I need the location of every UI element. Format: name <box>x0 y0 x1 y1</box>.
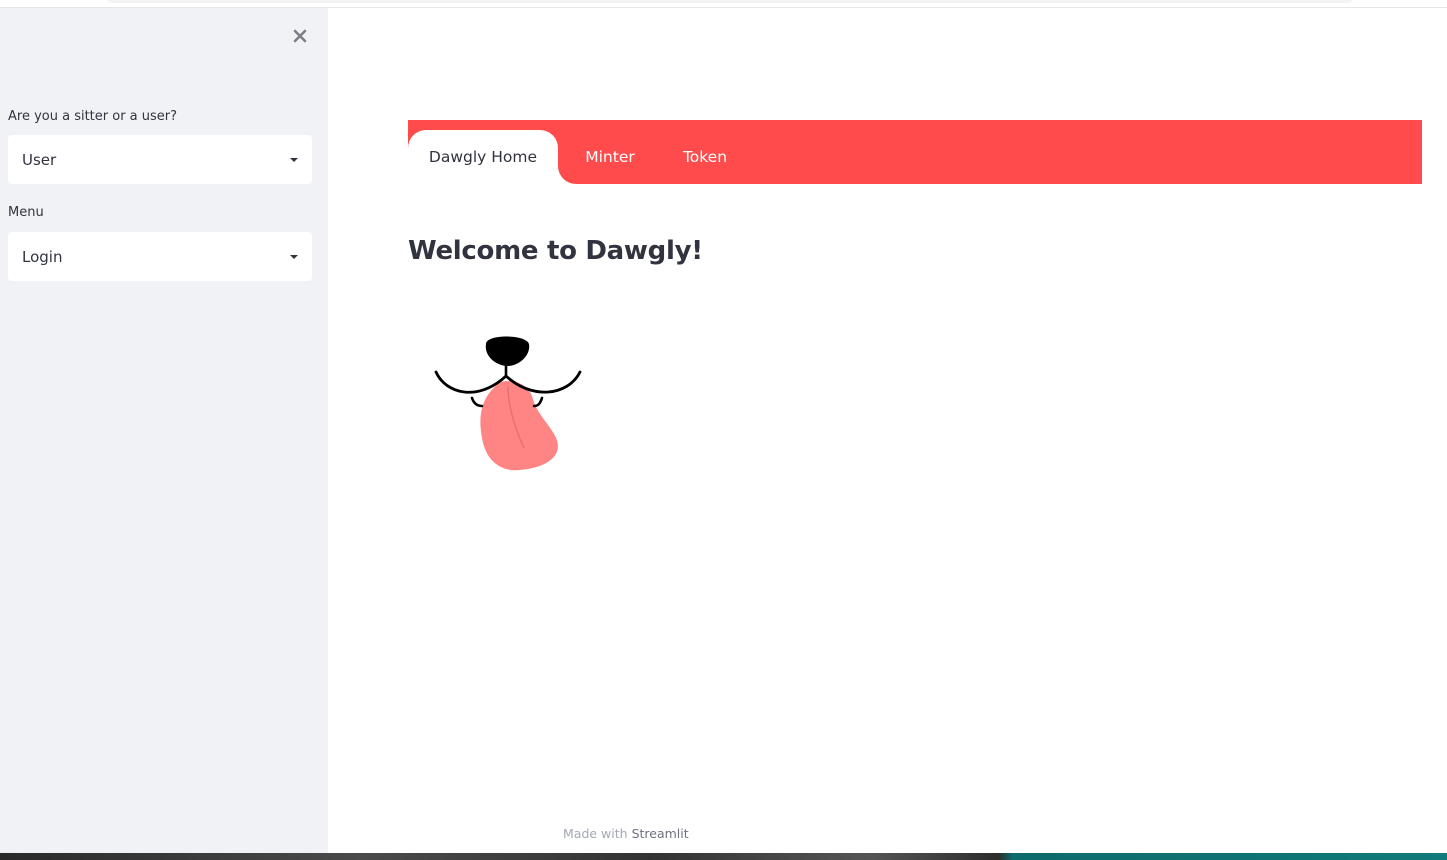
streamlit-link[interactable]: Streamlit <box>632 826 689 841</box>
menu-select-label: Menu <box>8 205 44 220</box>
chevron-down-icon <box>290 157 298 162</box>
chevron-down-icon <box>290 254 298 259</box>
role-select[interactable]: User <box>8 135 312 184</box>
main-content: Dawgly Home Minter Token Welcome to Dawg… <box>328 8 1447 853</box>
role-select-value: User <box>22 150 57 169</box>
role-select-label: Are you a sitter or a user? <box>8 109 178 124</box>
page-title: Welcome to Dawgly! <box>408 236 703 266</box>
close-sidebar-button[interactable] <box>288 24 312 48</box>
close-icon <box>293 29 307 43</box>
sidebar: Are you a sitter or a user? User Menu Lo… <box>0 8 328 853</box>
desktop-background-strip <box>0 853 1447 860</box>
tab-bar: Dawgly Home Minter Token <box>408 120 1422 184</box>
menu-select-value: Login <box>22 247 63 266</box>
tab-minter[interactable]: Minter <box>578 130 642 184</box>
footer-prefix: Made with <box>563 826 628 841</box>
footer: Made with Streamlit <box>563 826 689 841</box>
dog-mouth-tongue-icon <box>434 336 582 471</box>
address-bar-edge <box>105 0 1355 3</box>
tab-dawgly-home[interactable]: Dawgly Home <box>408 130 558 184</box>
menu-select[interactable]: Login <box>8 232 312 281</box>
browser-chrome-edge <box>0 0 1447 8</box>
tab-token[interactable]: Token <box>674 130 736 184</box>
